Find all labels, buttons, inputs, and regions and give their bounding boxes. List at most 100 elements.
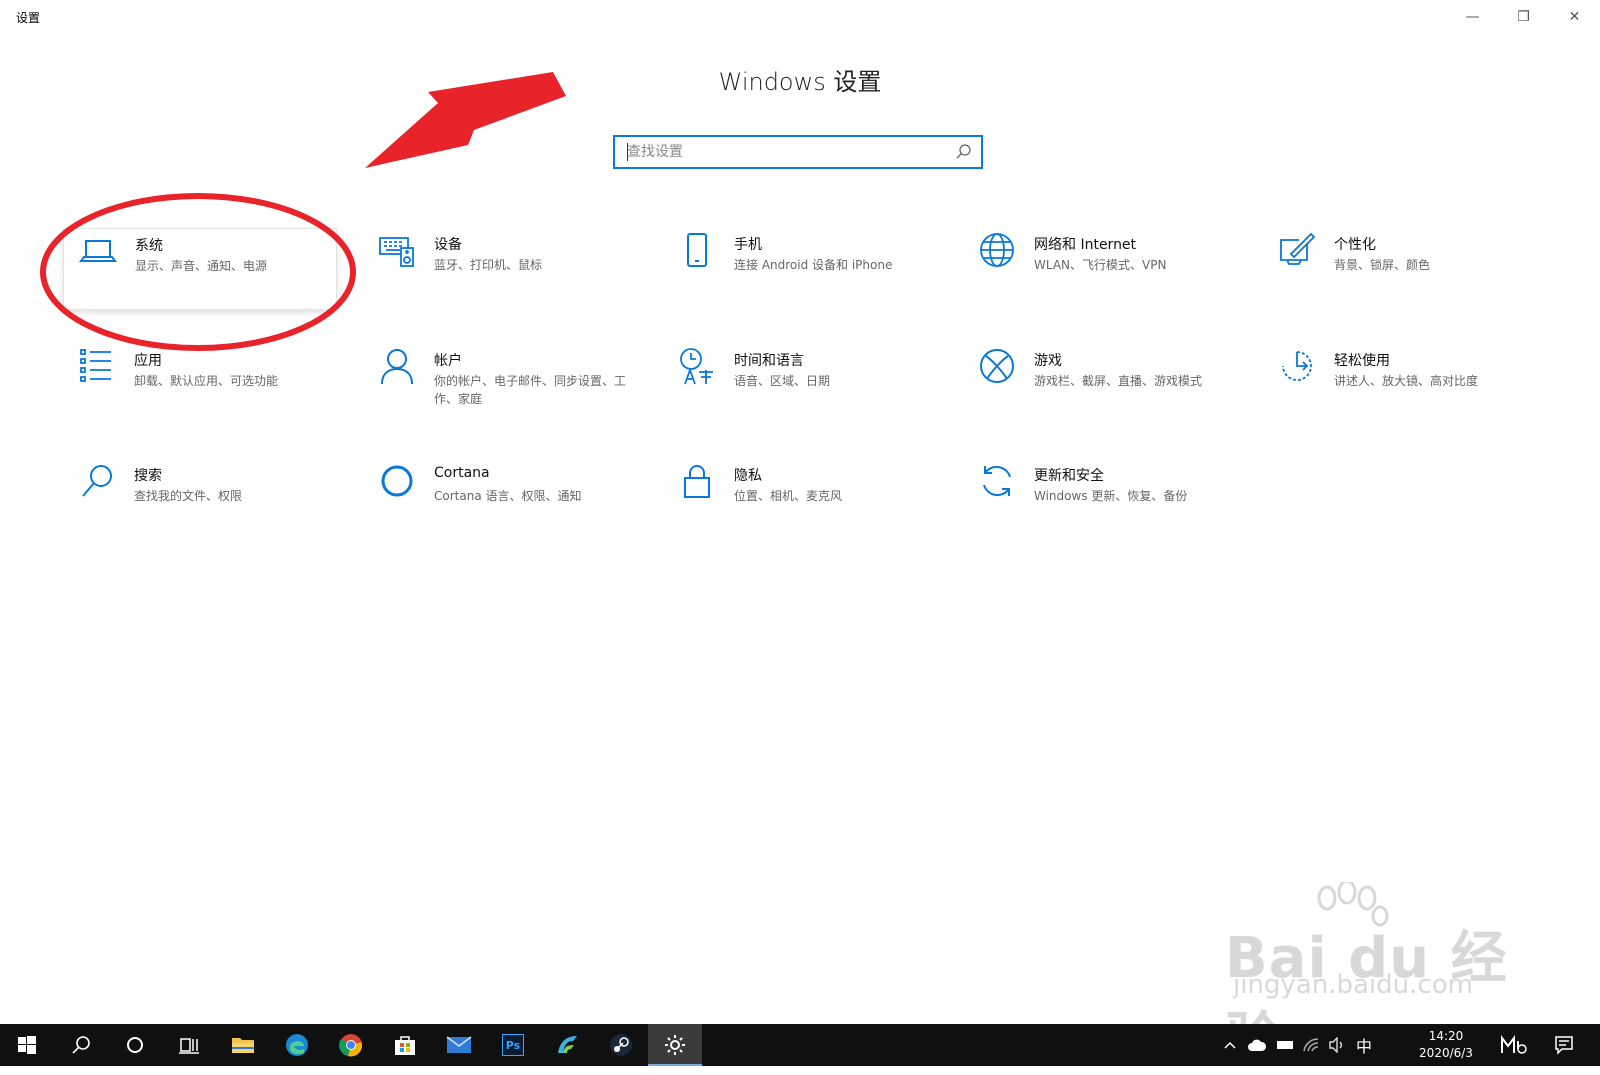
steam-icon: [610, 1034, 632, 1056]
tile-desc: 蓝牙、打印机、鼠标: [434, 258, 543, 272]
tile-desc: 背景、锁屏、颜色: [1334, 258, 1431, 272]
steam-button[interactable]: [594, 1024, 648, 1066]
baidu-watermark: Bai du 经验 jingyan.baidu.com: [1225, 882, 1525, 1072]
window-title: 设置: [16, 11, 41, 25]
update-icon: [983, 465, 1011, 497]
ime-indicator[interactable]: 中: [1350, 1024, 1378, 1066]
notification-icon: [1555, 1036, 1573, 1055]
tile-desc: 卸载、默认应用、可选功能: [134, 374, 279, 388]
tile-desc: 游戏栏、截屏、直播、游戏模式: [1034, 374, 1203, 388]
speaker-icon: [1329, 1037, 1342, 1053]
tile-desc: 讲述人、放大镜、高对比度: [1334, 374, 1479, 388]
tile-apps[interactable]: 应用 卸载、默认应用、可选功能: [63, 344, 335, 424]
tile-search[interactable]: 搜索 查找我的文件、权限: [63, 459, 335, 539]
tile-title: 设备: [434, 237, 462, 253]
mail-button[interactable]: [432, 1024, 486, 1066]
clock-time: 14:20: [1428, 1029, 1464, 1043]
tray-device-button[interactable]: [1272, 1024, 1298, 1066]
device-icon: [1277, 1041, 1293, 1049]
tile-gaming[interactable]: 游戏 游戏栏、截屏、直播、游戏模式: [963, 344, 1235, 424]
chevron-up-icon: [1224, 1041, 1236, 1049]
tray-overflow-button[interactable]: [1218, 1024, 1242, 1066]
wifi-icon: [1303, 1038, 1319, 1052]
taskbar: Ps 中 14:20 2020/6/3: [0, 1024, 1600, 1066]
network-tray-button[interactable]: [1298, 1024, 1324, 1066]
tile-desc: Cortana 语言、权限、通知: [434, 489, 582, 503]
meet-icon: [1501, 1035, 1527, 1054]
title-bar: 设置 — ❐ ✕: [0, 0, 1600, 34]
minimize-button[interactable]: —: [1447, 0, 1498, 34]
chrome-button[interactable]: [324, 1024, 378, 1066]
tile-title: 网络和 Internet: [1034, 237, 1137, 253]
tile-update-security[interactable]: 更新和安全 Windows 更新、恢复、备份: [963, 459, 1235, 539]
tile-title: 应用: [134, 353, 162, 369]
tile-personalization[interactable]: 个性化 背景、锁屏、颜色: [1263, 228, 1535, 308]
tile-title: 个性化: [1334, 237, 1376, 253]
tile-desc: WLAN、飞行模式、VPN: [1034, 258, 1167, 272]
task-view-icon: [179, 1038, 199, 1054]
close-button[interactable]: ✕: [1549, 0, 1600, 34]
tile-phone[interactable]: 手机 连接 Android 设备和 iPhone: [663, 228, 935, 308]
lock-icon: [684, 465, 710, 498]
clock[interactable]: 14:20 2020/6/3: [1406, 1028, 1486, 1062]
tile-title: 轻松使用: [1334, 353, 1390, 369]
windows-logo-icon: [18, 1036, 36, 1054]
devices-icon: [379, 237, 414, 267]
cortana-icon: [381, 465, 413, 497]
search-box[interactable]: [613, 135, 983, 169]
tile-desc: 连接 Android 设备和 iPhone: [734, 258, 893, 272]
tile-title: 系统: [135, 238, 163, 254]
photoshop-button[interactable]: Ps: [486, 1024, 540, 1066]
search-icon: [72, 1036, 90, 1054]
restore-button[interactable]: ❐: [1498, 0, 1549, 34]
settings-icon: [665, 1035, 685, 1055]
app-button[interactable]: [540, 1024, 594, 1066]
onedrive-tray-button[interactable]: [1244, 1024, 1270, 1066]
search-icon: [82, 465, 112, 497]
xbox-icon: [980, 349, 1014, 383]
volume-tray-button[interactable]: [1324, 1024, 1350, 1066]
tile-desc: Windows 更新、恢复、备份: [1034, 489, 1188, 503]
tile-desc: 位置、相机、麦克风: [734, 489, 843, 503]
clock-date: 2020/6/3: [1419, 1046, 1473, 1060]
tile-desc: 语音、区域、日期: [734, 374, 831, 388]
task-view-button[interactable]: [162, 1024, 216, 1066]
globe-icon: [980, 233, 1014, 267]
phone-icon: [687, 233, 707, 267]
edge-icon: [286, 1034, 308, 1056]
file-explorer-icon: [232, 1038, 254, 1053]
tile-time-language[interactable]: 时间和语言 语音、区域、日期: [663, 344, 935, 424]
watermark-url: jingyan.baidu.com: [1233, 970, 1473, 1000]
tile-accounts[interactable]: 帐户 你的帐户、电子邮件、同步设置、工作、家庭: [363, 344, 635, 424]
cortana-button[interactable]: [108, 1024, 162, 1066]
tile-title: 搜索: [134, 468, 162, 484]
taskbar-search-button[interactable]: [54, 1024, 108, 1066]
search-icon[interactable]: [955, 143, 973, 161]
tile-cortana[interactable]: Cortana Cortana 语言、权限、通知: [363, 459, 635, 539]
tile-title: Cortana: [434, 465, 490, 481]
tile-desc: 你的帐户、电子邮件、同步设置、工作、家庭: [434, 374, 627, 406]
mail-icon: [446, 1036, 472, 1053]
meet-tray-button[interactable]: [1494, 1024, 1534, 1066]
tile-desc: 查找我的文件、权限: [134, 489, 243, 503]
store-button[interactable]: [378, 1024, 432, 1066]
tile-privacy[interactable]: 隐私 位置、相机、麦克风: [663, 459, 935, 539]
settings-button[interactable]: [648, 1024, 702, 1066]
file-explorer-button[interactable]: [216, 1024, 270, 1066]
edge-button[interactable]: [270, 1024, 324, 1066]
search-input[interactable]: [615, 137, 947, 167]
cloud-icon: [1248, 1039, 1267, 1051]
tile-title: 更新和安全: [1034, 468, 1104, 484]
tile-title: 游戏: [1034, 353, 1062, 369]
tile-system[interactable]: 系统 显示、声音、通知、电源: [63, 228, 337, 310]
tile-devices[interactable]: 设备 蓝牙、打印机、鼠标: [363, 228, 635, 308]
tile-title: 帐户: [434, 353, 462, 369]
person-icon: [381, 349, 413, 385]
store-icon: [395, 1036, 415, 1055]
tile-ease-of-access[interactable]: 轻松使用 讲述人、放大镜、高对比度: [1263, 344, 1535, 424]
app-icon: [558, 1036, 577, 1053]
start-button[interactable]: [0, 1024, 54, 1066]
tile-network[interactable]: 网络和 Internet WLAN、飞行模式、VPN: [963, 228, 1235, 308]
notification-center-button[interactable]: [1546, 1024, 1582, 1066]
personalization-icon: [1280, 232, 1316, 265]
